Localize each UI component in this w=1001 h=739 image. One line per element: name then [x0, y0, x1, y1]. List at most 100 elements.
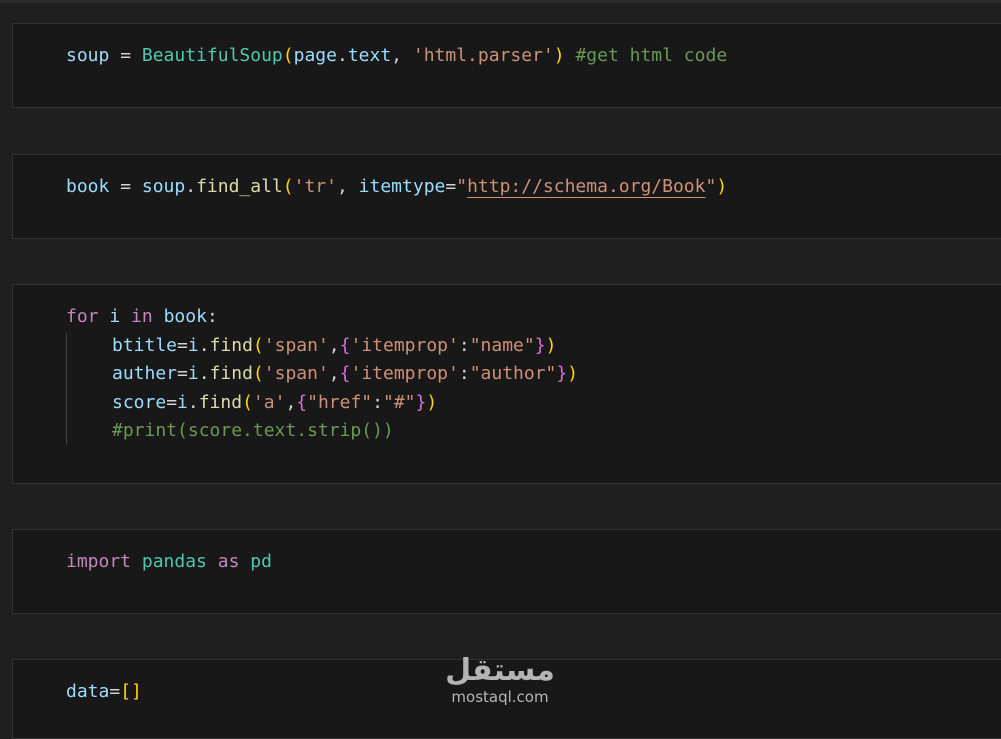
token-variable: data [66, 681, 110, 702]
token-variable: soup [141, 176, 186, 197]
token-operator: . [198, 335, 210, 356]
token-operator: = [177, 335, 188, 356]
token-function: find [209, 335, 253, 356]
token-operator: . [185, 176, 197, 197]
token-keyword: for [66, 306, 99, 327]
token-bracket: ) [553, 45, 565, 66]
watermark-latin-text: mostaql.com [451, 688, 549, 706]
code-line[interactable]: btitle=i.find('span',{'itemprop':"name"}… [112, 334, 556, 358]
token-operator: , [328, 363, 340, 384]
token-operator: = [109, 681, 121, 702]
url-link[interactable]: http://schema.org/Book [467, 176, 705, 197]
token-operator: : [458, 335, 470, 356]
token-variable: btitle [112, 335, 178, 356]
token-variable: book [163, 306, 207, 327]
token-class: BeautifulSoup [141, 45, 283, 66]
code-line[interactable]: for i in book: [66, 305, 218, 329]
code-cell-4[interactable]: import pandas as pd [12, 529, 1001, 614]
token-variable: auther [112, 363, 178, 384]
token-function: find [209, 363, 253, 384]
token-variable: page [293, 45, 337, 66]
watermark-arabic-text: مستقل [445, 653, 555, 688]
token-bracket: { [296, 392, 308, 413]
token-operator: , [336, 176, 359, 197]
token-bracket: ( [242, 392, 253, 413]
token-variable: i [109, 306, 121, 327]
token-string-quote: " [705, 176, 717, 197]
token-string: 'itemprop' [350, 335, 459, 356]
indent-guide [66, 333, 67, 445]
token-bracket: ) [426, 392, 438, 413]
token-variable: soup [66, 45, 110, 66]
token-string: "author" [469, 363, 557, 384]
token-operator: . [336, 45, 348, 66]
token-function: find_all [196, 176, 283, 197]
code-line[interactable]: data=[] [66, 680, 142, 704]
token-string: "href" [307, 392, 373, 413]
token-bracket: ( [282, 45, 294, 66]
token-bracket: ( [252, 335, 264, 356]
token-operator: = [177, 363, 188, 384]
token-bracket: ) [545, 335, 557, 356]
code-cell-1[interactable]: soup = BeautifulSoup(page.text, 'html.pa… [12, 23, 1001, 108]
token-module: pandas [141, 551, 207, 572]
token-operator: = [166, 392, 178, 413]
code-cell-3[interactable]: for i in book: btitle=i.find('span',{'it… [12, 284, 1001, 484]
token-parameter: itemtype [358, 176, 446, 197]
token-bracket: ) [716, 176, 728, 197]
token-string: "name" [469, 335, 535, 356]
token-string: 'itemprop' [350, 363, 459, 384]
mostaql-watermark: مستقل mostaql.com [436, 654, 564, 710]
code-line[interactable]: score=i.find('a',{"href":"#"}) [112, 391, 437, 415]
token-bracket: ) [567, 363, 579, 384]
code-line[interactable]: book = soup.find_all('tr', itemtype="htt… [66, 175, 727, 199]
token-comment: #get html code [575, 45, 728, 66]
code-cell-2[interactable]: book = soup.find_all('tr', itemtype="htt… [12, 154, 1001, 239]
token-bracket: ( [252, 363, 264, 384]
code-line[interactable]: soup = BeautifulSoup(page.text, 'html.pa… [66, 44, 727, 68]
token-operator: : [206, 306, 218, 327]
token-bracket: ] [131, 681, 142, 702]
token-string: 'span' [263, 363, 329, 384]
code-line[interactable]: #print(score.text.strip()) [112, 419, 394, 443]
token-variable: i [187, 335, 199, 356]
token-comment: #print(score.text.strip()) [112, 420, 394, 441]
token-operator: , [328, 335, 340, 356]
token-operator: = [109, 45, 142, 66]
token-bracket: [ [120, 681, 132, 702]
token-operator: : [372, 392, 383, 413]
token-keyword: as [217, 551, 240, 572]
token-string: 'html.parser' [412, 45, 554, 66]
token-string: 'span' [263, 335, 329, 356]
token-module: pd [250, 551, 272, 572]
token-variable: book [66, 176, 110, 197]
token-keyword: in [131, 306, 153, 327]
token-bracket: ( [282, 176, 294, 197]
token-operator: , [285, 392, 297, 413]
token-variable: score [112, 392, 167, 413]
token-keyword: import [66, 551, 132, 572]
token-variable: text [347, 45, 392, 66]
token-string: "#" [383, 392, 416, 413]
token-operator: , [391, 45, 413, 66]
token-operator: . [198, 363, 210, 384]
token-bracket: { [339, 335, 351, 356]
token-function: find [198, 392, 243, 413]
token-string: 'a' [252, 392, 286, 413]
editor-top-border [0, 0, 1001, 3]
code-line[interactable]: import pandas as pd [66, 550, 272, 574]
code-line[interactable]: auther=i.find('span',{'itemprop':"author… [112, 362, 578, 386]
token-operator: : [458, 363, 470, 384]
token-operator: . [187, 392, 199, 413]
token-string: 'tr' [293, 176, 337, 197]
token-bracket: } [556, 363, 568, 384]
token-bracket: } [415, 392, 427, 413]
token-bracket: { [339, 363, 351, 384]
token-operator: = [445, 176, 457, 197]
